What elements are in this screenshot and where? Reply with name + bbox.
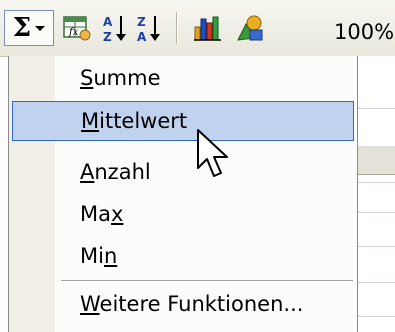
zoom-box[interactable]: 100% — [334, 20, 394, 44]
svg-text:fx: fx — [68, 27, 79, 38]
menu-item-max[interactable]: Max — [12, 194, 354, 234]
chart-wizard-button[interactable] — [190, 10, 226, 46]
toolbar-separator — [176, 12, 178, 44]
svg-text:A: A — [137, 30, 147, 44]
excel-window: Σ fx A Z Z A 100% Summe Mittelwert Anzah… — [0, 0, 395, 332]
menu-item-weitere-funktionen[interactable]: Weitere Funktionen... — [12, 284, 354, 324]
insert-function-icon: fx — [63, 16, 91, 41]
menu-item-label: Min — [80, 244, 118, 268]
chart-wizard-icon — [194, 16, 221, 41]
menu-item-label: Summe — [80, 66, 161, 90]
autosum-sigma-icon: Σ — [12, 13, 32, 43]
autosum-button[interactable]: Σ — [4, 10, 54, 46]
sort-descending-icon: Z A — [137, 15, 160, 44]
svg-text:A: A — [103, 15, 113, 29]
menu-item-summe[interactable]: Summe — [12, 58, 354, 98]
grid-line — [358, 108, 395, 109]
menu-item-label: Weitere Funktionen... — [80, 292, 304, 316]
menu-item-label: Mittelwert — [81, 109, 188, 133]
menu-item-mittelwert[interactable]: Mittelwert — [12, 101, 354, 141]
worksheet-area — [358, 56, 395, 332]
menu-item-label: Anzahl — [80, 160, 151, 184]
grid-line — [358, 246, 395, 247]
dropdown-arrow-icon[interactable] — [35, 25, 46, 31]
menu-item-min[interactable]: Min — [12, 236, 354, 276]
menu-item-label: Max — [80, 202, 124, 226]
sort-ascending-icon: A Z — [103, 15, 126, 44]
menu-item-anzahl[interactable]: Anzahl — [12, 152, 354, 192]
insert-function-button[interactable]: fx — [60, 10, 94, 46]
grid-line — [358, 316, 395, 317]
sort-ascending-button[interactable]: A Z — [100, 10, 130, 46]
column-header — [358, 146, 395, 175]
grid-line — [358, 182, 395, 183]
drawing-icon — [237, 15, 263, 41]
drawing-button[interactable] — [232, 10, 268, 46]
standard-toolbar: Σ fx A Z Z A 100% — [0, 0, 395, 57]
svg-text:Z: Z — [103, 30, 112, 44]
grid-line — [358, 212, 395, 213]
mouse-pointer-icon — [197, 129, 228, 177]
grid-line — [358, 282, 395, 283]
svg-text:Z: Z — [137, 15, 146, 29]
sort-descending-button[interactable]: Z A — [134, 10, 164, 46]
autosum-dropdown-menu: Summe Mittelwert Anzahl Max Min Weitere … — [8, 56, 358, 332]
menu-separator — [61, 280, 353, 281]
